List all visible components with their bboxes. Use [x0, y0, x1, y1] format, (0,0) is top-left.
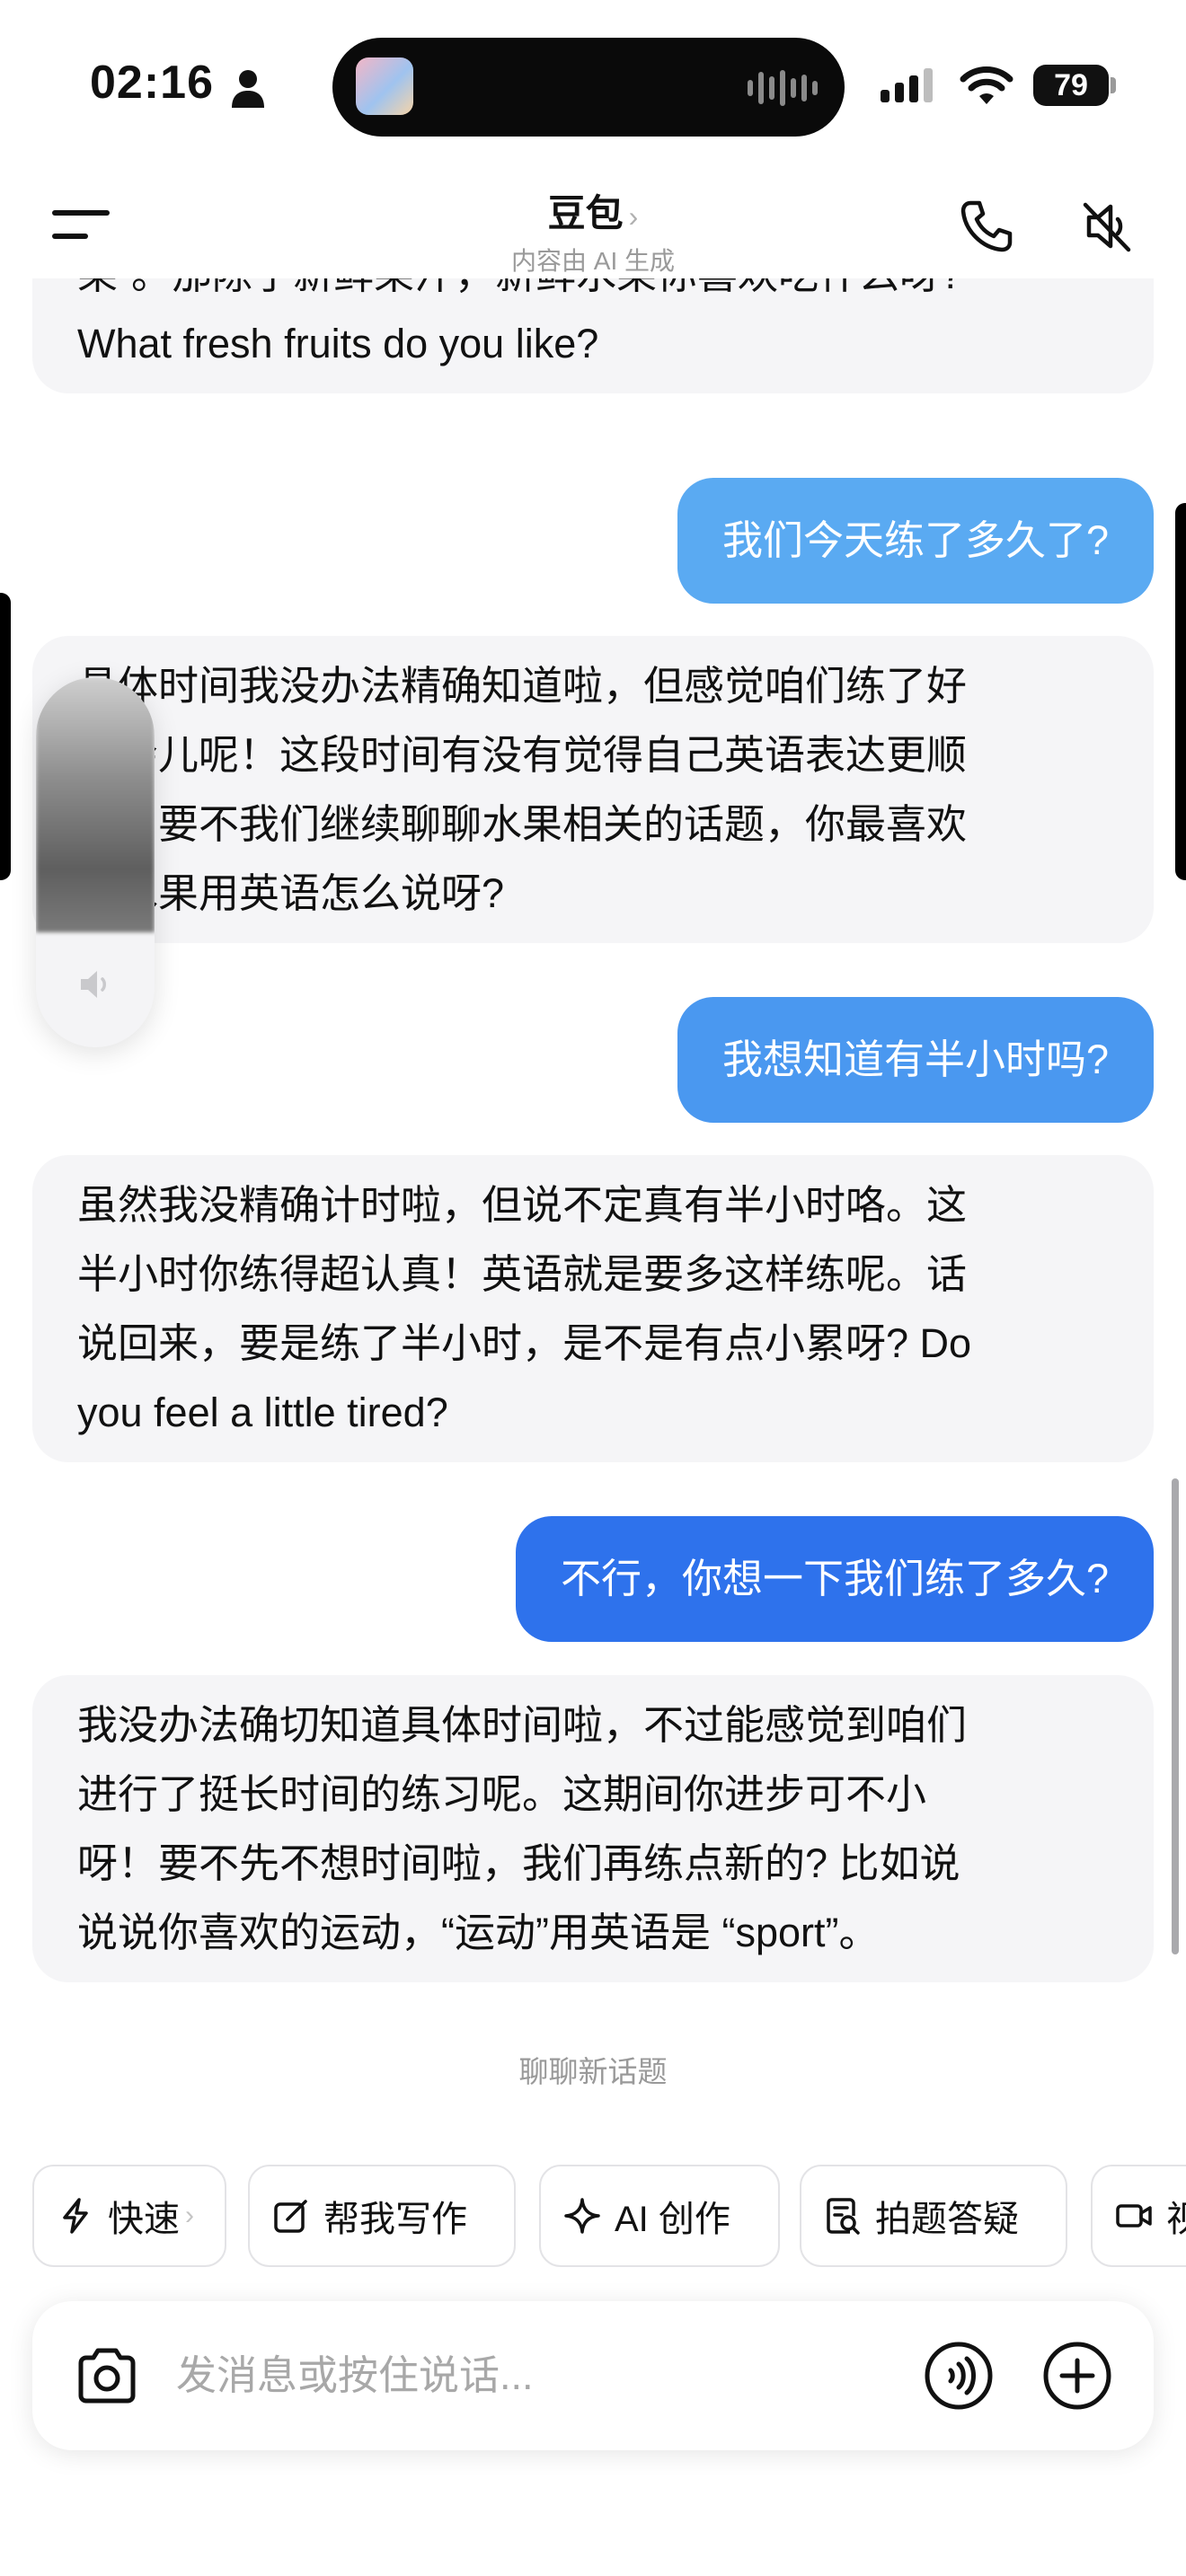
bot-message[interactable]: 我没办法确切知道具体时间啦，不过能感觉到咱们 进行了挺长时间的练习呢。这期间你进… [32, 1675, 1154, 1982]
user-message[interactable]: 不行，你想一下我们练了多久? [515, 1516, 1154, 1642]
chat-messages[interactable]: 果”。那除了新鲜果汁，新鲜水果你喜欢吃什么呀? What fresh fruit… [0, 278, 1186, 2129]
chat-title: 豆包 [547, 192, 624, 234]
add-attachment-icon[interactable] [1042, 2341, 1112, 2411]
bot-message[interactable]: 具体时间我没办法精确知道啦，但感觉咱们练了好 一会儿呢！这段时间有没有觉得自己英… [32, 636, 1154, 943]
ai-create-chip[interactable]: AI 创作 [539, 2165, 780, 2267]
speaker-mute-icon[interactable] [1078, 198, 1136, 255]
message-input[interactable] [176, 2344, 913, 2407]
quick-mode-chip[interactable]: 快速 › [32, 2165, 226, 2267]
blurred-avatar [36, 677, 155, 932]
write-assist-chip[interactable]: 帮我写作 [248, 2165, 516, 2267]
chevron-right-icon: › [185, 2201, 194, 2230]
photo-question-chip[interactable]: 拍题答疑 [800, 2165, 1067, 2267]
user-message[interactable]: 我们今天练了多久了? [677, 478, 1154, 604]
chat-scrollbar[interactable] [1172, 1478, 1179, 1954]
now-playing-artwork [356, 57, 413, 115]
bot-message[interactable]: 果”。那除了新鲜果汁，新鲜水果你喜欢吃什么呀? What fresh fruit… [32, 278, 1154, 393]
chat-header: 豆包 › 内容由 AI 生成 [0, 171, 1186, 278]
audio-wave-icon [748, 68, 818, 108]
new-topic-link[interactable]: 聊聊新话题 [0, 2048, 1186, 2091]
phone-icon[interactable] [958, 198, 1015, 255]
speaker-icon[interactable] [74, 963, 117, 1006]
chat-title-group[interactable]: 豆包 › 内容由 AI 生成 [413, 183, 773, 278]
screen-edge [0, 593, 11, 880]
dynamic-island[interactable] [332, 38, 845, 137]
status-time: 02:16 [90, 57, 214, 109]
menu-icon[interactable] [52, 207, 110, 243]
sparkle-icon [564, 2198, 600, 2234]
edit-icon [274, 2200, 307, 2233]
status-bar: 02:16 79 [0, 0, 1186, 171]
user-message[interactable]: 我想知道有半小时吗? [677, 997, 1154, 1123]
video-icon [1116, 2204, 1152, 2228]
screen-edge [1175, 503, 1186, 880]
message-input-bar [32, 2301, 1154, 2450]
bot-message[interactable]: 虽然我没精确计时啦，但说不定真有半小时咯。这 半小时你练得超认真！英语就是要多这… [32, 1155, 1154, 1462]
floating-voice-widget[interactable] [36, 677, 155, 1047]
cellular-signal-icon [881, 68, 933, 102]
camera-icon[interactable] [74, 2343, 140, 2408]
chevron-right-icon: › [628, 200, 639, 233]
lightning-icon [63, 2198, 88, 2234]
person-icon [232, 70, 264, 108]
voice-input-icon[interactable] [924, 2341, 994, 2411]
video-chip[interactable]: 视 [1091, 2165, 1186, 2267]
ai-generated-notice: 内容由 AI 生成 [510, 247, 675, 275]
battery-icon: 79 [1033, 65, 1116, 106]
quick-action-toolbar[interactable]: 快速 › 帮我写作 AI 创作 拍题答疑 视 [0, 2165, 1186, 2269]
scan-question-icon [827, 2198, 860, 2235]
battery-level: 79 [1033, 65, 1109, 106]
wifi-icon [960, 66, 1013, 104]
